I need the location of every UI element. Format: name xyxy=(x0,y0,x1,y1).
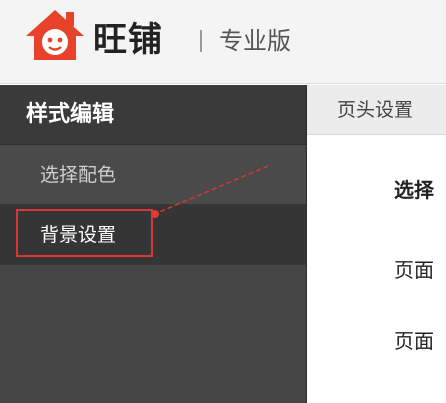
setting-row-label: 选择 xyxy=(394,178,434,202)
setting-row-label: 页面 xyxy=(394,329,434,353)
tab-bar: 页头设置 xyxy=(307,85,446,135)
sidebar-item-select-color[interactable]: 选择配色 xyxy=(0,145,306,205)
sidebar-title: 样式编辑 xyxy=(0,85,306,145)
main-panel: 页头设置 选择 页面 页面 xyxy=(306,85,446,403)
house-logo-icon xyxy=(26,10,84,60)
sidebar: 样式编辑 选择配色 背景设置 xyxy=(0,85,306,403)
tab-header-settings[interactable]: 页头设置 xyxy=(307,85,431,135)
brand-name: 旺铺 xyxy=(93,20,163,60)
sidebar-item-label: 选择配色 xyxy=(40,164,117,186)
annotation-highlight-box xyxy=(16,209,153,257)
setting-row-label: 页面 xyxy=(394,258,434,282)
header-divider xyxy=(200,30,202,52)
sidebar-title-label: 样式编辑 xyxy=(26,102,115,127)
edition-label: 专业版 xyxy=(219,27,291,55)
app-header: 旺铺 专业版 xyxy=(0,0,446,84)
